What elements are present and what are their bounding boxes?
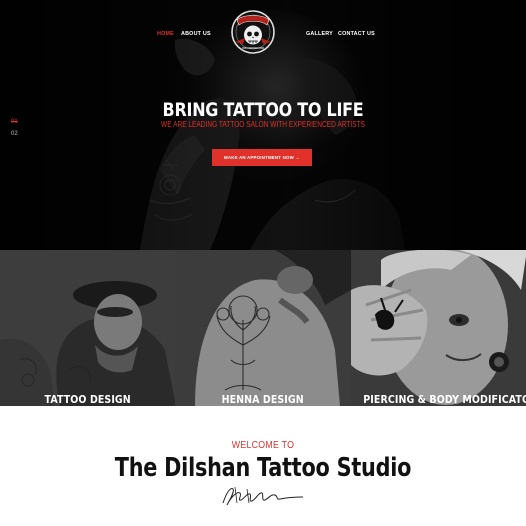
hero-subtitle: WE ARE LEADING TATTOO SALON WITH EXPERIE… — [161, 120, 365, 129]
hero-title: BRING TATTOO TO LIFE — [162, 99, 364, 121]
hero-banner: HOME ABOUT US GALLERY CONTACT US 01 02 B… — [0, 0, 526, 250]
piercing-face-photo — [350, 250, 526, 406]
nav-about-us[interactable]: ABOUT US — [181, 31, 211, 37]
service-tile-tattoo-design[interactable]: TATTOO DESIGN — [0, 250, 176, 406]
services-grid: TATTOO DESIGN HENNA DESIGN PIERCING & BO… — [0, 250, 526, 406]
service-label: HENNA DESIGN — [221, 393, 305, 406]
nav-gallery[interactable]: GALLERY — [306, 31, 333, 37]
skull-banner-logo-icon[interactable] — [229, 8, 277, 56]
service-tile-piercing[interactable]: PIERCING & BODY MODIFICATON — [350, 250, 526, 406]
slide-indicator-1[interactable]: 01 — [11, 119, 18, 125]
service-tile-henna-design[interactable]: HENNA DESIGN — [175, 250, 351, 406]
service-label: PIERCING & BODY MODIFICATON — [362, 393, 526, 406]
welcome-kicker: WELCOME TO — [231, 440, 295, 451]
slide-indicator-2[interactable]: 02 — [11, 131, 18, 137]
nav-home[interactable]: HOME — [157, 31, 174, 37]
tattoo-artist-photo — [0, 250, 176, 406]
main-navigation: HOME ABOUT US GALLERY CONTACT US — [0, 0, 526, 64]
welcome-title: The Dilshan Tattoo Studio — [114, 453, 412, 483]
henna-back-photo — [175, 250, 351, 406]
service-label: TATTOO DESIGN — [44, 393, 131, 406]
signature-icon — [222, 486, 304, 506]
appointment-button[interactable]: MAKE AN APPOINTMENT NOW → — [212, 149, 312, 166]
nav-contact-us[interactable]: CONTACT US — [338, 31, 375, 37]
